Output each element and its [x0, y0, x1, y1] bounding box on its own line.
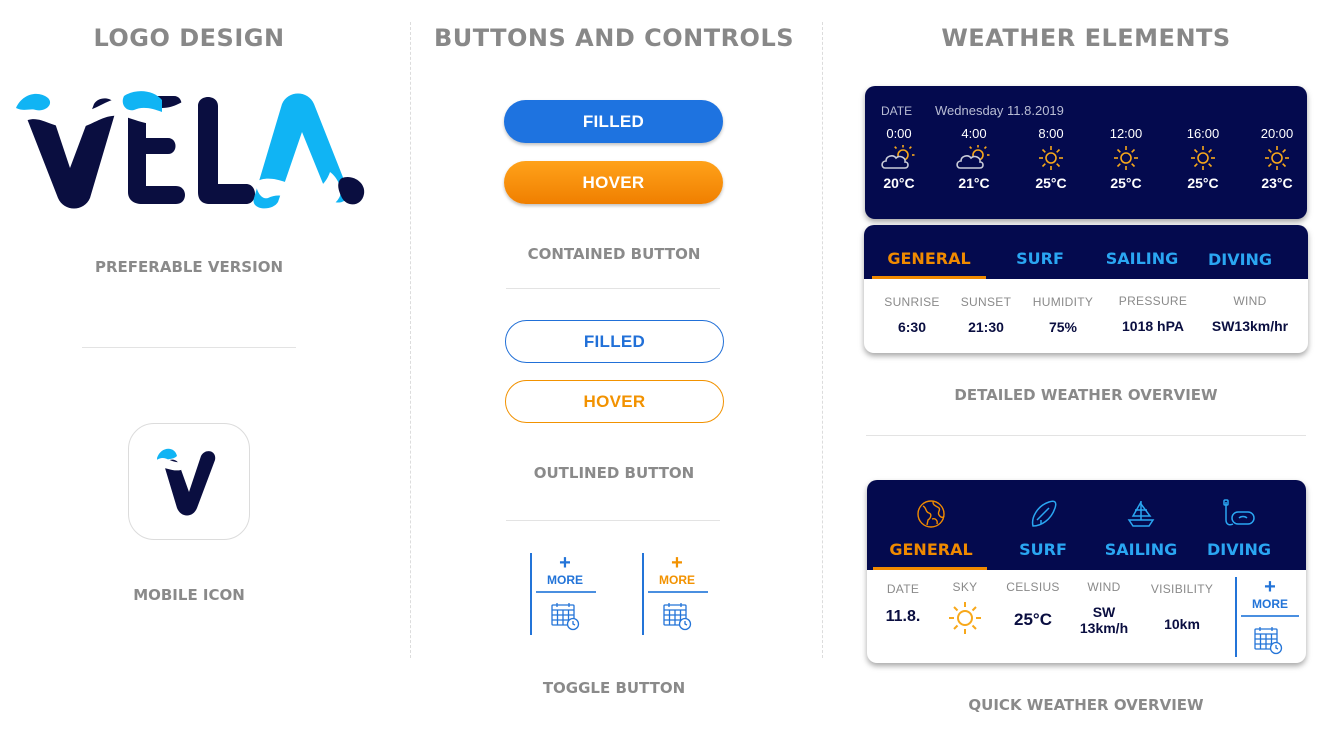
stat-humidity: HUMIDITY 75%: [1032, 295, 1094, 335]
sun-icon: [1021, 141, 1081, 175]
stat-pressure: PRESSURE 1018 hPA: [1118, 294, 1188, 334]
plus-icon: +: [671, 552, 683, 574]
stat-visibility: VISIBILITY 10km: [1150, 582, 1214, 632]
tab-sailing[interactable]: SAILING: [1095, 498, 1187, 559]
outlined-hover-button[interactable]: HOVER: [505, 380, 724, 423]
globe-icon: [881, 498, 981, 532]
hourly-forecast-card: DATE Wednesday 11.8.2019 0:00 20°C 4:00 21°…: [865, 86, 1307, 219]
caption-outlined-button: OUTLINED BUTTON: [533, 464, 695, 482]
vela-logo: [12, 86, 368, 221]
section-title-weather: WEATHER ELEMENTS: [941, 24, 1231, 52]
stat-wind: WIND SW 13km/h: [1079, 580, 1129, 636]
more-label: MORE: [547, 573, 583, 587]
section-title-buttons: BUTTONS AND CONTROLS: [433, 24, 795, 52]
toggle-button-active[interactable]: + MORE: [642, 553, 708, 635]
detailed-weather-card: GENERAL SURF SAILING DIVING SUNRISE 6:30…: [864, 225, 1308, 353]
forecast-time: 16:00: [1186, 126, 1220, 141]
forecast-hour-1: 4:00 21°C: [944, 126, 1004, 191]
calendar-clock-icon: [550, 601, 580, 636]
more-label: MORE: [1252, 597, 1288, 611]
underline: [536, 591, 596, 593]
calendar-clock-icon: [662, 601, 692, 636]
plus-icon: +: [1264, 576, 1276, 598]
stat-wind: WIND SW13km/hr: [1211, 294, 1289, 334]
partly-cloudy-icon: [944, 141, 1004, 175]
underline: [1241, 615, 1299, 617]
surfboard-icon: [1007, 498, 1079, 532]
quick-tab-bar: GENERAL SURF SAILING DIVING: [867, 480, 1306, 570]
forecast-hour-3: 12:00 25°C: [1096, 126, 1156, 191]
forecast-time: 0:00: [886, 126, 912, 141]
toggle-button-default[interactable]: + MORE: [530, 553, 596, 635]
forecast-temp: 23°C: [1261, 175, 1293, 191]
tab-diving[interactable]: DIVING: [1197, 498, 1281, 559]
sun-icon: [1173, 141, 1233, 175]
outlined-filled-button[interactable]: FILLED: [505, 320, 724, 363]
forecast-time: 20:00: [1260, 126, 1294, 141]
forecast-temp: 21°C: [958, 175, 990, 191]
forecast-temp: 25°C: [1187, 175, 1219, 191]
tab-surf[interactable]: SURF: [1007, 498, 1079, 559]
column-divider: [410, 22, 411, 658]
sun-icon: [937, 598, 993, 638]
tab-diving[interactable]: DIVING: [1198, 250, 1282, 269]
stat-sunset: SUNSET 21:30: [960, 295, 1012, 335]
underline: [648, 591, 708, 593]
plus-icon: +: [559, 552, 571, 574]
tab-surf[interactable]: SURF: [1004, 249, 1076, 268]
caption-detailed-overview: DETAILED WEATHER OVERVIEW: [954, 386, 1218, 404]
caption-toggle-button: TOGGLE BUTTON: [542, 679, 686, 697]
contained-hover-button[interactable]: HOVER: [504, 161, 723, 204]
forecast-hour-0: 0:00 20°C: [869, 126, 929, 191]
forecast-date-label: DATE: [881, 104, 913, 118]
forecast-hour-5: 20:00 23°C: [1247, 126, 1307, 191]
forecast-time: 4:00: [961, 126, 987, 141]
tab-general[interactable]: GENERAL: [881, 498, 981, 559]
sun-icon: [1096, 141, 1156, 175]
contained-filled-button[interactable]: FILLED: [504, 100, 723, 143]
stat-sunrise: SUNRISE 6:30: [884, 295, 940, 335]
divider: [506, 288, 720, 289]
caption-preferable-version: PREFERABLE VERSION: [95, 258, 283, 276]
stat-date: DATE 11.8.: [885, 582, 921, 625]
divider: [82, 347, 296, 348]
forecast-temp: 25°C: [1035, 175, 1067, 191]
divider: [866, 435, 1306, 436]
diving-mask-icon: [1197, 498, 1281, 532]
quick-weather-card: GENERAL SURF SAILING DIVING DATE 11.8. S…: [867, 480, 1306, 663]
mobile-app-icon: [128, 423, 250, 540]
tab-general[interactable]: GENERAL: [878, 249, 980, 268]
partly-cloudy-icon: [869, 141, 929, 175]
sailboat-icon: [1095, 498, 1187, 532]
stat-sky: SKY: [937, 580, 993, 638]
forecast-temp: 25°C: [1110, 175, 1142, 191]
detailed-tab-bar: GENERAL SURF SAILING DIVING: [864, 225, 1308, 279]
stat-celsius: CELSIUS 25°C: [1006, 580, 1060, 629]
calendar-clock-icon: [1253, 625, 1283, 660]
divider: [506, 520, 720, 521]
tab-sailing[interactable]: SAILING: [1096, 249, 1188, 268]
forecast-date: Wednesday 11.8.2019: [935, 103, 1064, 118]
caption-quick-overview: QUICK WEATHER OVERVIEW: [968, 696, 1204, 714]
column-divider: [822, 22, 823, 658]
caption-mobile-icon: MOBILE ICON: [133, 586, 245, 604]
more-toggle-button[interactable]: + MORE: [1235, 577, 1301, 657]
forecast-time: 8:00: [1038, 126, 1064, 141]
forecast-hour-4: 16:00 25°C: [1173, 126, 1233, 191]
caption-contained-button: CONTAINED BUTTON: [527, 245, 701, 263]
forecast-hour-2: 8:00 25°C: [1021, 126, 1081, 191]
sun-icon: [1247, 141, 1307, 175]
active-tab-indicator: [872, 276, 986, 279]
forecast-temp: 20°C: [883, 175, 915, 191]
active-tab-indicator: [873, 567, 987, 570]
forecast-time: 12:00: [1109, 126, 1143, 141]
section-title-logo: LOGO DESIGN: [93, 24, 285, 52]
more-label: MORE: [659, 573, 695, 587]
